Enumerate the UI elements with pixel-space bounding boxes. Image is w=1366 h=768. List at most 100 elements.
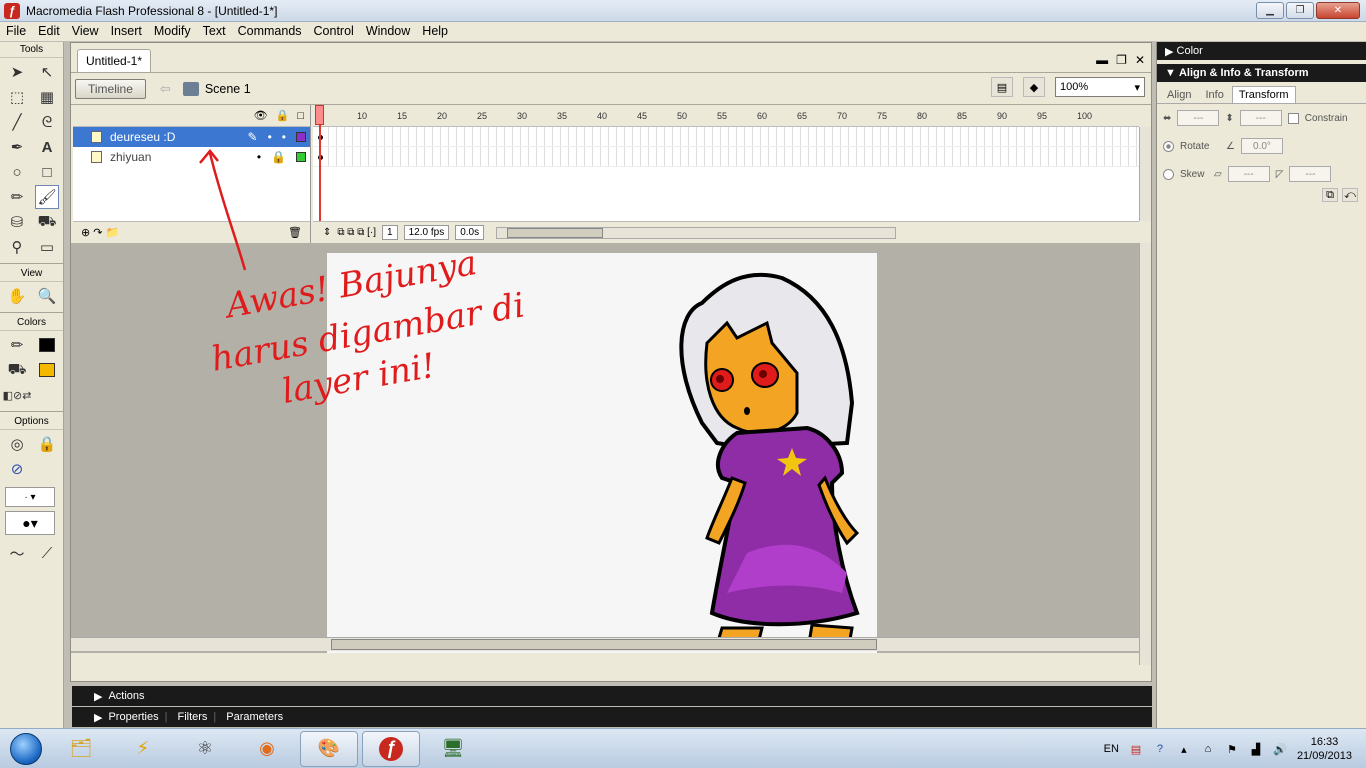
tab-parameters[interactable]: Parameters	[226, 711, 283, 723]
reset-transform-icon[interactable]: ⤺	[1342, 188, 1358, 202]
close-button[interactable]: ✕	[1316, 2, 1360, 19]
layer-row[interactable]: deureseu :D ✎ • •	[73, 127, 310, 147]
edit-scene-icon[interactable]: ▤	[991, 77, 1013, 97]
tab-info[interactable]: Info	[1199, 87, 1229, 103]
menu-edit[interactable]: Edit	[32, 22, 66, 41]
menu-modify[interactable]: Modify	[148, 22, 197, 41]
menu-window[interactable]: Window	[360, 22, 416, 41]
pressure-icon[interactable]: ⟋	[35, 541, 59, 565]
edit-symbols-icon[interactable]: ◆	[1023, 77, 1045, 97]
frame-row[interactable]	[313, 127, 1139, 147]
height-field[interactable]: ---	[1239, 110, 1282, 126]
atom-taskbar-icon[interactable]: ⚛	[176, 731, 234, 767]
hand-tool-icon[interactable]: ✋	[5, 284, 29, 308]
frames-panel[interactable]: 5101520253035404550556065707580859095100…	[313, 105, 1139, 243]
flag-tray-icon[interactable]: ⚑	[1225, 742, 1239, 756]
add-layer-icons[interactable]: ⊕ ↷ 📁	[81, 226, 119, 239]
skew-h-field[interactable]: ---	[1227, 166, 1270, 182]
frame-row[interactable]	[313, 147, 1139, 167]
playhead-handle[interactable]	[315, 105, 324, 125]
restore-button[interactable]: ❐	[1286, 2, 1314, 19]
eraser-tool-icon[interactable]: ▭	[35, 235, 59, 259]
properties-panel-bar[interactable]: ▶ Properties | Filters | Parameters	[72, 707, 1152, 727]
zoom-tool-icon[interactable]: 🔍	[35, 284, 59, 308]
menu-view[interactable]: View	[66, 22, 105, 41]
brush-size-dropdown[interactable]: · ▾	[5, 487, 55, 507]
skew-v-field[interactable]: ---	[1289, 166, 1332, 182]
color-panel-bar[interactable]: ▶ Color	[1157, 42, 1366, 60]
onion-skin-icons[interactable]: ⧉ ⧉ ⧉ [·]	[337, 227, 376, 238]
menu-control[interactable]: Control	[308, 22, 360, 41]
lasso-tool-icon[interactable]: ᘓ	[35, 110, 59, 134]
eye-icon[interactable]: 👁	[254, 109, 268, 122]
eyedropper-tool-icon[interactable]: ⚲	[5, 235, 29, 259]
oval-tool-icon[interactable]: ○	[5, 160, 29, 184]
stage-area[interactable]: Awas! Bajunya harus digambar di layer in…	[71, 243, 1139, 653]
explorer-taskbar-icon[interactable]: 🗂	[52, 731, 110, 767]
lock-icon[interactable]: 🔒	[276, 109, 290, 122]
stage-vscroll[interactable]	[1139, 243, 1151, 665]
ink-bottle-tool-icon[interactable]: ⛁	[5, 210, 29, 234]
language-indicator[interactable]: EN	[1104, 743, 1119, 755]
winamp-taskbar-icon[interactable]: ⚡	[114, 731, 172, 767]
rectangle-tool-icon[interactable]: □	[35, 160, 59, 184]
stage[interactable]: Awas! Bajunya harus digambar di layer in…	[208, 243, 877, 653]
skew-radio[interactable]	[1163, 168, 1174, 180]
fill-color-swatch[interactable]	[35, 358, 59, 382]
frame-rate[interactable]: 12.0 fps	[403, 225, 450, 240]
menu-help[interactable]: Help	[416, 22, 454, 41]
timeline-hscroll[interactable]	[496, 226, 897, 239]
network-taskbar-icon[interactable]: 🖥	[424, 731, 482, 767]
tab-properties[interactable]: Properties	[108, 711, 158, 723]
doc-close-icon[interactable]: ✕	[1135, 53, 1145, 67]
paint-bucket-tool-icon[interactable]: ⛟	[35, 210, 59, 234]
align-info-transform-bar[interactable]: ▼ Align & Info & Transform	[1157, 64, 1366, 82]
tab-transform[interactable]: Transform	[1231, 86, 1296, 103]
brush-mode-icon[interactable]: ◎	[5, 432, 29, 456]
menu-text[interactable]: Text	[197, 22, 232, 41]
smoothing-icon[interactable]: 〜	[5, 541, 29, 565]
back-arrow-icon[interactable]: ⇦	[160, 81, 171, 97]
doc-minimize-icon[interactable]: ▬	[1096, 53, 1108, 67]
width-field[interactable]: ---	[1177, 110, 1220, 126]
constrain-checkbox[interactable]	[1287, 112, 1299, 124]
start-button[interactable]	[4, 730, 48, 768]
fill-transform-tool-icon[interactable]: ▦	[35, 85, 59, 109]
network-tray-icon[interactable]: ▟	[1249, 742, 1263, 756]
zoom-select[interactable]: 100% ▾	[1055, 77, 1145, 97]
outline-icon[interactable]: □	[297, 110, 304, 122]
menu-insert[interactable]: Insert	[105, 22, 148, 41]
lock-fill-icon[interactable]: 🔒	[35, 432, 59, 456]
copy-transform-icon[interactable]: ⧉	[1322, 188, 1338, 202]
frame-ruler[interactable]: 5101520253035404550556065707580859095100	[313, 105, 1139, 127]
brush-shape-dropdown[interactable]: ●▾	[5, 511, 55, 535]
pen-tool-icon[interactable]: ✒	[5, 135, 29, 159]
text-tool-icon[interactable]: A	[35, 135, 59, 159]
layer-color-swatch[interactable]	[296, 132, 306, 142]
paint-taskbar-icon[interactable]: 🎨	[300, 730, 358, 767]
center-frame-icon[interactable]: ⇕	[323, 227, 331, 238]
line-tool-icon[interactable]: ╱	[5, 110, 29, 134]
minimize-button[interactable]: ▁	[1256, 2, 1284, 19]
menu-file[interactable]: File	[0, 22, 32, 41]
volume-tray-icon[interactable]: 🔊	[1273, 742, 1287, 756]
pdf-tray-icon[interactable]: ▤	[1129, 742, 1143, 756]
free-transform-tool-icon[interactable]: ⬚	[5, 85, 29, 109]
swap-colors-icon[interactable]: ◧⊘⇄	[3, 383, 32, 407]
document-tab[interactable]: Untitled-1*	[77, 49, 152, 72]
rotate-field[interactable]: 0.0°	[1240, 138, 1283, 154]
device-tray-icon[interactable]: ⌂	[1201, 742, 1215, 756]
tab-align[interactable]: Align	[1161, 87, 1197, 103]
selection-tool-icon[interactable]: ➤	[5, 60, 29, 84]
help-tray-icon[interactable]: ?	[1153, 742, 1167, 756]
stroke-color-swatch[interactable]	[35, 333, 59, 357]
timeline-toggle-button[interactable]: Timeline	[75, 78, 146, 99]
clock[interactable]: 16:33 21/09/2013	[1297, 735, 1352, 763]
rotate-radio[interactable]	[1163, 140, 1174, 152]
tab-filters[interactable]: Filters	[177, 711, 207, 723]
stage-hscroll[interactable]	[71, 637, 1139, 651]
doc-restore-icon[interactable]: ❐	[1116, 53, 1127, 67]
firefox-taskbar-icon[interactable]: ◉	[238, 731, 296, 767]
pencil-tool-icon[interactable]: ✏	[5, 185, 29, 209]
brush-tool-icon[interactable]: 🖌	[35, 185, 59, 209]
